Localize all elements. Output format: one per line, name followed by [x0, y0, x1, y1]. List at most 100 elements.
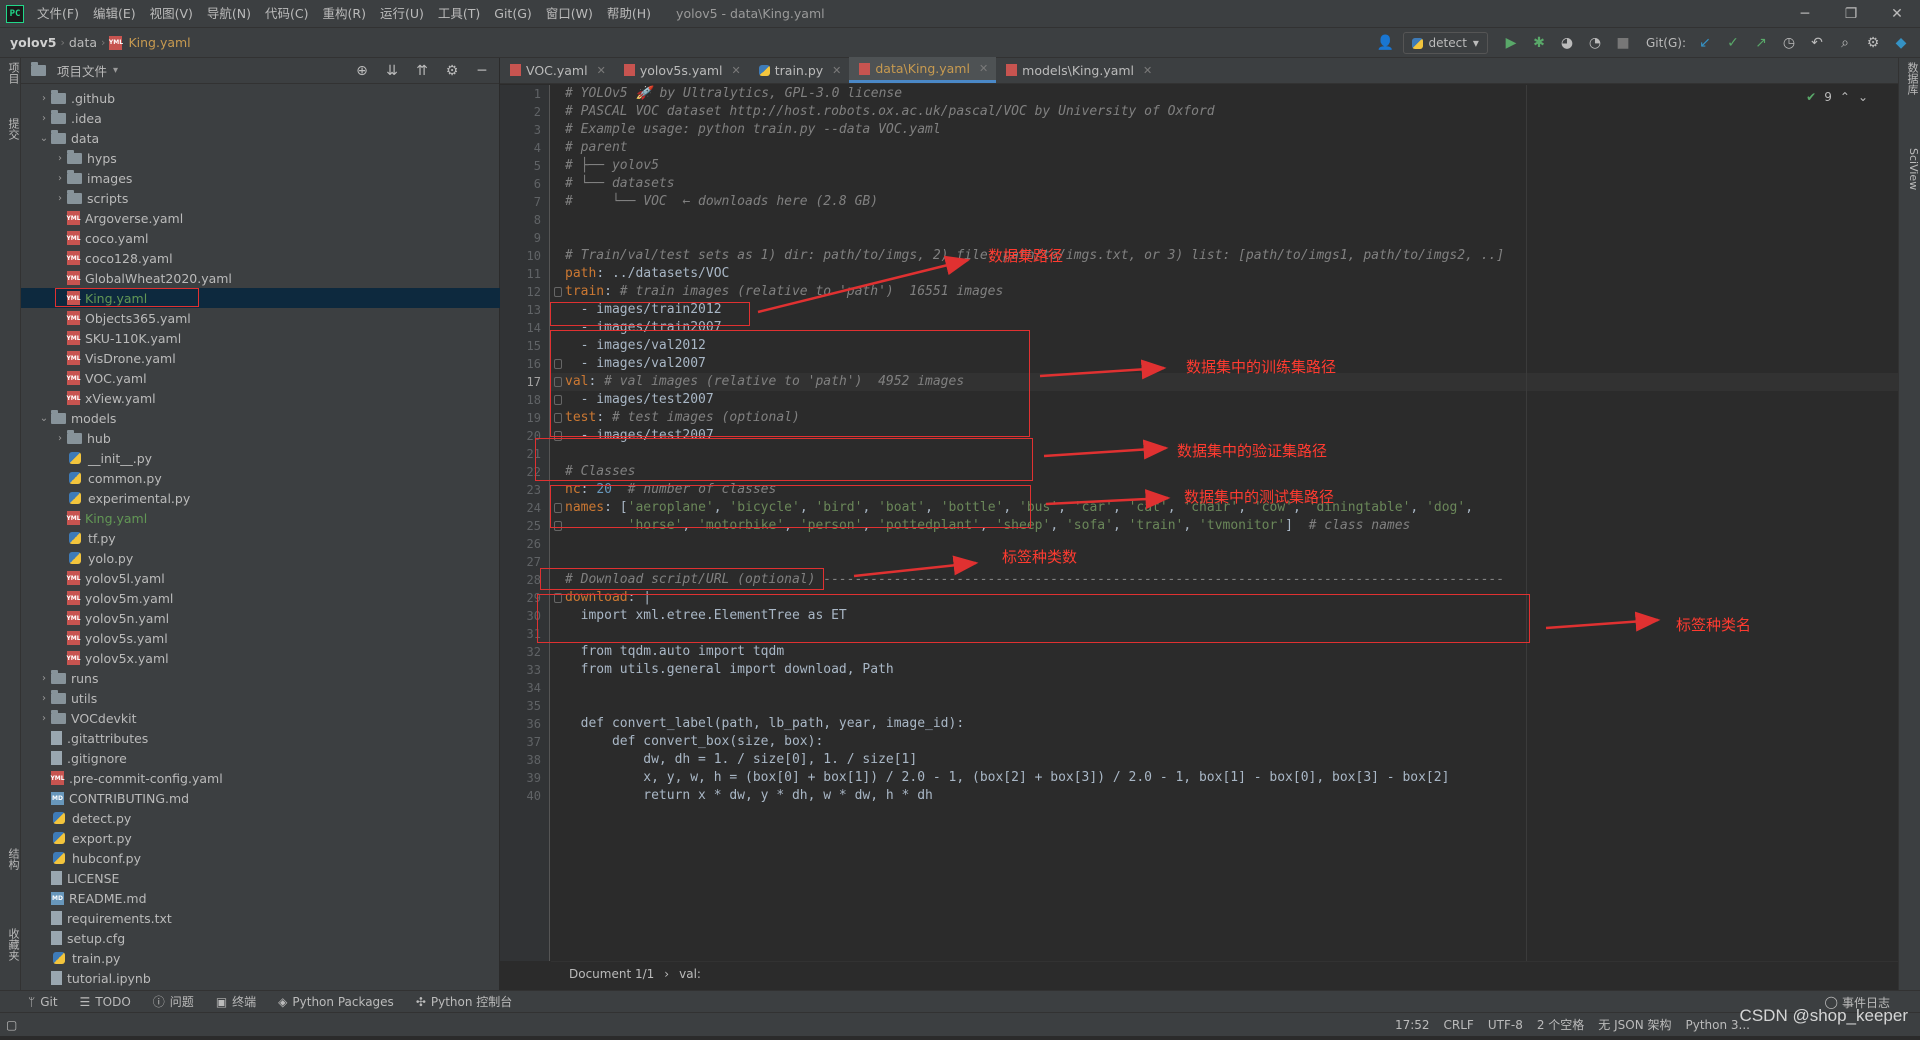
close-tab-icon[interactable]: ✕ — [732, 64, 741, 77]
tree-item[interactable]: LICENSE — [21, 868, 500, 888]
chevron-up-icon[interactable]: ⌃ — [1840, 90, 1850, 104]
menu-item[interactable]: 代码(C) — [258, 0, 315, 28]
tree-item[interactable]: experimental.py — [21, 488, 500, 508]
tree-item[interactable]: › utils — [21, 688, 500, 708]
profile-icon[interactable]: ◔ — [1584, 32, 1606, 54]
menu-item[interactable]: 导航(N) — [200, 0, 258, 28]
tree-item[interactable]: .gitattributes — [21, 728, 500, 748]
git-update-icon[interactable]: ↙ — [1694, 32, 1716, 54]
fold-marker-icon[interactable] — [554, 287, 562, 297]
tree-item[interactable]: requirements.txt — [21, 908, 500, 928]
git-push-icon[interactable]: ↗ — [1750, 32, 1772, 54]
todo-tool-button[interactable]: ☰ TODO — [80, 995, 131, 1009]
chevron-right-icon[interactable]: › — [53, 433, 67, 444]
collapse-all-icon[interactable]: ⇈ — [411, 60, 433, 82]
restore-icon[interactable]: ❐ — [1828, 0, 1874, 28]
menu-item[interactable]: 帮助(H) — [600, 0, 658, 28]
run-config-select[interactable]: detect ▾ — [1402, 32, 1488, 54]
chevron-down-icon[interactable]: ⌄ — [1858, 90, 1868, 104]
menu-item[interactable]: 编辑(E) — [86, 0, 143, 28]
tree-item[interactable]: tf.py — [21, 528, 500, 548]
tree-item[interactable]: › hub — [21, 428, 500, 448]
tree-item[interactable]: YML King.yaml — [21, 288, 500, 308]
menu-item[interactable]: 重构(R) — [316, 0, 373, 28]
tree-item[interactable]: YML GlobalWheat2020.yaml — [21, 268, 500, 288]
breadcrumb-project[interactable]: yolov5 — [0, 35, 60, 50]
tree-item[interactable]: YML coco128.yaml — [21, 248, 500, 268]
tree-item[interactable]: YML yolov5s.yaml — [21, 628, 500, 648]
tree-item[interactable]: YML VOC.yaml — [21, 368, 500, 388]
editor-tab[interactable]: yolov5s.yaml ✕ — [614, 57, 749, 83]
user-icon[interactable]: 👤 — [1375, 32, 1397, 54]
chevron-right-icon[interactable]: › — [53, 173, 67, 184]
layout-toggle-icon[interactable]: ▢ — [6, 1018, 17, 1032]
caret-position[interactable]: 17:52 — [1395, 1018, 1430, 1032]
tree-item[interactable]: YML coco.yaml — [21, 228, 500, 248]
breadcrumb-folder[interactable]: data — [65, 35, 101, 50]
menu-item[interactable]: Git(G) — [487, 0, 539, 28]
terminal-tool-button[interactable]: ▣ 终端 — [216, 993, 256, 1010]
menu-item[interactable]: 窗口(W) — [539, 0, 600, 28]
close-tab-icon[interactable]: ✕ — [832, 64, 841, 77]
history-icon[interactable]: ◷ — [1778, 32, 1800, 54]
tree-item[interactable]: .gitignore — [21, 748, 500, 768]
tree-item[interactable]: YML King.yaml — [21, 508, 500, 528]
tree-item[interactable]: › hyps — [21, 148, 500, 168]
rollback-icon[interactable]: ↶ — [1806, 32, 1828, 54]
project-tool-button[interactable]: 项目 — [0, 62, 21, 84]
commit-tool-button[interactable]: 提交 — [0, 118, 21, 140]
editor-tab[interactable]: train.py ✕ — [749, 57, 850, 83]
tree-item[interactable]: train.py — [21, 948, 500, 968]
favorites-tool-button[interactable]: 收藏夹 — [0, 928, 21, 961]
file-encoding[interactable]: UTF-8 — [1488, 1018, 1523, 1032]
chevron-down-icon[interactable]: ⌄ — [37, 133, 51, 144]
menu-item[interactable]: 工具(T) — [431, 0, 487, 28]
structure-tool-button[interactable]: 结构 — [0, 848, 21, 870]
search-icon[interactable]: ⌕ — [1834, 32, 1856, 54]
stop-icon[interactable]: ■ — [1612, 32, 1634, 54]
tree-item[interactable]: setup.cfg — [21, 928, 500, 948]
database-tool-button[interactable]: 数据库 — [1899, 62, 1920, 95]
indent-setting[interactable]: 2 个空格 — [1537, 1016, 1584, 1033]
json-schema[interactable]: 无 JSON 架构 — [1598, 1016, 1671, 1033]
inspection-widget[interactable]: ✔ 9 ⌃ ⌄ — [1806, 90, 1868, 104]
chevron-right-icon[interactable]: › — [37, 113, 51, 124]
problems-tool-button[interactable]: ⓘ 问题 — [153, 993, 194, 1010]
tree-item[interactable]: hubconf.py — [21, 848, 500, 868]
line-separator[interactable]: CRLF — [1444, 1018, 1474, 1032]
python-console-tool-button[interactable]: ✣ Python 控制台 — [416, 993, 512, 1010]
menu-item[interactable]: 运行(U) — [373, 0, 431, 28]
chevron-right-icon[interactable]: › — [53, 193, 67, 204]
debug-icon[interactable]: ✱ — [1528, 32, 1550, 54]
chevron-right-icon[interactable]: › — [37, 93, 51, 104]
hide-icon[interactable]: ─ — [471, 60, 493, 82]
tree-item[interactable]: › runs — [21, 668, 500, 688]
editor-tab[interactable]: data\King.yaml ✕ — [849, 57, 997, 83]
document-crumb[interactable]: Document 1/1 — [569, 967, 654, 981]
editor-tab[interactable]: models\King.yaml ✕ — [996, 57, 1160, 83]
tree-item[interactable]: detect.py — [21, 808, 500, 828]
run-icon[interactable]: ▶ — [1500, 32, 1522, 54]
python-packages-tool-button[interactable]: ◈ Python Packages — [278, 995, 394, 1009]
tree-item[interactable]: MD README.md — [21, 888, 500, 908]
ide-update-icon[interactable]: ◆ — [1890, 32, 1912, 54]
tree-item[interactable]: YML yolov5m.yaml — [21, 588, 500, 608]
tree-item[interactable]: › scripts — [21, 188, 500, 208]
settings-gear-icon[interactable]: ⚙ — [1862, 32, 1884, 54]
key-crumb[interactable]: val: — [679, 967, 701, 981]
tree-item[interactable]: YML yolov5n.yaml — [21, 608, 500, 628]
breadcrumb-file[interactable]: King.yaml — [124, 35, 194, 50]
menu-item[interactable]: 视图(V) — [143, 0, 200, 28]
chevron-right-icon[interactable]: › — [37, 713, 51, 724]
git-commit-icon[interactable]: ✓ — [1722, 32, 1744, 54]
gear-icon[interactable]: ⚙ — [441, 60, 463, 82]
locate-icon[interactable]: ⊕ — [351, 60, 373, 82]
tree-item[interactable]: YML xView.yaml — [21, 388, 500, 408]
chevron-right-icon[interactable]: › — [37, 693, 51, 704]
tree-item[interactable]: YML Objects365.yaml — [21, 308, 500, 328]
tree-item[interactable]: export.py — [21, 828, 500, 848]
tree-item[interactable]: YML Argoverse.yaml — [21, 208, 500, 228]
tree-item[interactable]: YML SKU-110K.yaml — [21, 328, 500, 348]
menu-item[interactable]: 文件(F) — [30, 0, 86, 28]
tree-item[interactable]: › .github — [21, 88, 500, 108]
